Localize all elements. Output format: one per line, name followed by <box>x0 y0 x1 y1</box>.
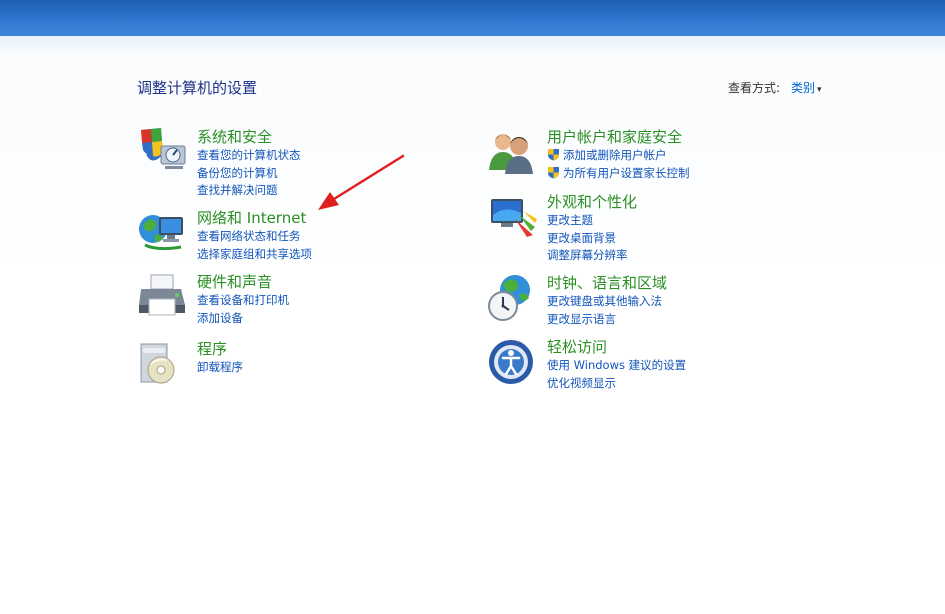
printer-icon[interactable] <box>137 271 189 323</box>
link-optimize-video-display[interactable]: 优化视频显示 <box>547 375 686 393</box>
category-title-programs[interactable]: 程序 <box>197 338 227 359</box>
category-title-user-accounts[interactable]: 用户帐户和家庭安全 <box>547 126 682 147</box>
page-title: 调整计算机的设置 <box>137 79 258 97</box>
programs-disc-icon[interactable] <box>137 338 189 390</box>
view-by-dropdown[interactable]: 类别 ▾ <box>791 79 822 96</box>
category-title-appearance[interactable]: 外观和个性化 <box>547 191 637 212</box>
view-by-label: 查看方式: <box>728 81 781 95</box>
category-title-clock-language-region[interactable]: 时钟、语言和区域 <box>547 272 667 293</box>
view-by-value: 类别 <box>791 81 816 95</box>
users-icon[interactable] <box>487 126 539 178</box>
uac-shield-icon <box>548 149 559 161</box>
clock-globe-icon[interactable] <box>487 272 539 324</box>
link-devices-printers[interactable]: 查看设备和打印机 <box>197 292 289 310</box>
category-title-system-security[interactable]: 系统和安全 <box>197 126 272 147</box>
link-adjust-resolution[interactable]: 调整屏幕分辨率 <box>547 247 628 265</box>
category-title-hardware-sound[interactable]: 硬件和声音 <box>197 271 272 292</box>
link-windows-recommended-settings[interactable]: 使用 Windows 建议的设置 <box>547 357 686 375</box>
link-add-device[interactable]: 添加设备 <box>197 310 289 328</box>
shield-computer-icon[interactable] <box>137 126 189 178</box>
appearance-monitor-icon[interactable] <box>487 191 539 243</box>
link-view-computer-status[interactable]: 查看您的计算机状态 <box>197 147 301 165</box>
link-add-remove-accounts-label: 添加或删除用户帐户 <box>563 148 667 162</box>
link-uninstall-program[interactable]: 卸载程序 <box>197 359 243 377</box>
link-change-desktop-background[interactable]: 更改桌面背景 <box>547 230 628 248</box>
address-bar-strip <box>0 36 945 54</box>
link-parental-controls[interactable]: 为所有用户设置家长控制 <box>547 165 690 183</box>
link-find-fix-problems[interactable]: 查找并解决问题 <box>197 182 301 200</box>
link-add-remove-accounts[interactable]: 添加或删除用户帐户 <box>547 147 690 165</box>
link-change-keyboard-input[interactable]: 更改键盘或其他输入法 <box>547 293 662 311</box>
link-homegroup-sharing[interactable]: 选择家庭组和共享选项 <box>197 246 312 264</box>
link-parental-controls-label: 为所有用户设置家长控制 <box>563 165 690 180</box>
link-backup-computer[interactable]: 备份您的计算机 <box>197 165 301 183</box>
link-change-display-language[interactable]: 更改显示语言 <box>547 311 662 329</box>
chevron-down-icon: ▾ <box>817 85 822 95</box>
link-view-network-status[interactable]: 查看网络状态和任务 <box>197 228 312 246</box>
category-title-network-internet[interactable]: 网络和 Internet <box>197 207 306 228</box>
ease-of-access-icon[interactable] <box>487 336 539 388</box>
uac-shield-icon <box>548 166 559 178</box>
category-title-ease-of-access[interactable]: 轻松访问 <box>547 336 607 357</box>
link-change-theme[interactable]: 更改主题 <box>547 212 628 230</box>
network-globe-icon[interactable] <box>137 207 189 259</box>
window-title-bar <box>0 0 945 36</box>
